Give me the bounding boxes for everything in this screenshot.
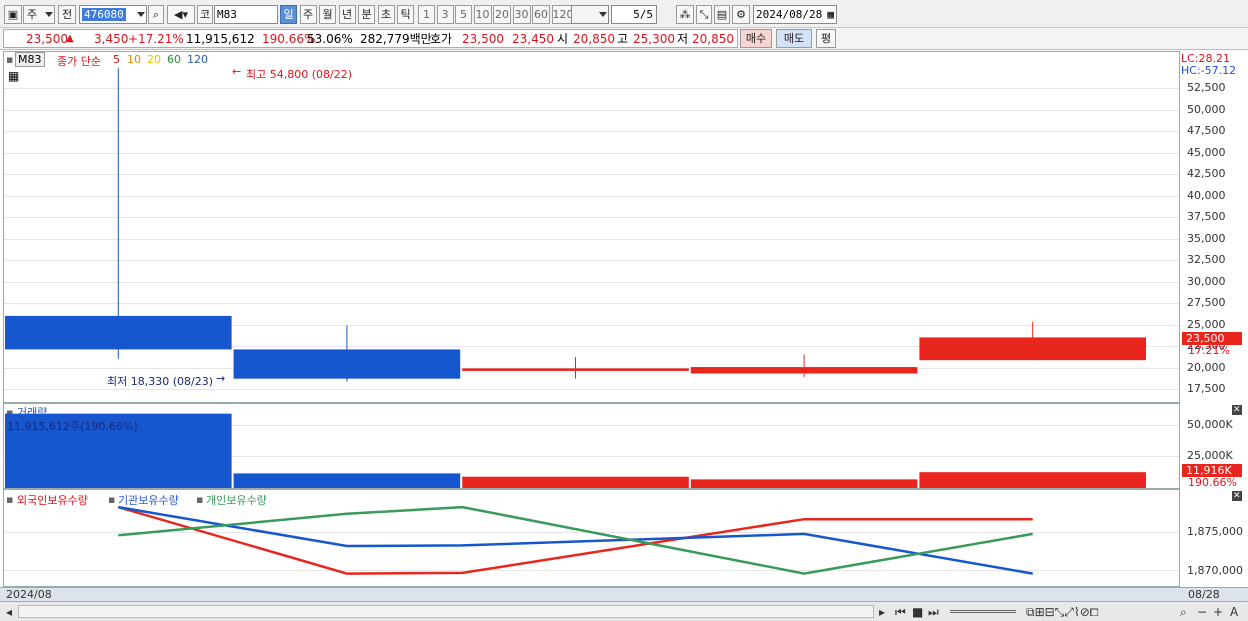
low-price: 20,850 (692, 32, 734, 46)
page-indicator: 5/5 (611, 5, 657, 24)
change-percent: +17.21% (128, 32, 184, 46)
zoom-out-icon[interactable]: − (1197, 605, 1207, 619)
stop-icon[interactable]: ■ (912, 605, 923, 619)
rewind-icon[interactable]: ⏮ (895, 605, 906, 620)
zoom-search-icon[interactable]: ⌕ (1180, 605, 1187, 620)
stock-code-value: 476080 (82, 8, 126, 21)
ask-label: 호가 (430, 32, 453, 46)
open-price: 20,850 (573, 32, 615, 46)
interval-button-2[interactable]: 5 (455, 5, 472, 24)
binoculars-icon[interactable]: ⁂ (676, 5, 694, 24)
candle-body (919, 337, 1146, 361)
ask-price: 23,500 (462, 32, 504, 46)
period-dropdown[interactable]: 주 (23, 5, 55, 24)
interval-button-1[interactable]: 3 (436, 5, 454, 24)
volume-bar (233, 473, 461, 488)
chevron-down-icon (599, 12, 607, 17)
volume-value: 11,915,612 (186, 32, 255, 46)
interval-button-5[interactable]: 30 (512, 5, 531, 24)
date-field[interactable]: 2024/08/28 ▦ (753, 5, 837, 24)
chart-area: 2024/08 08/28 ▪ M83 종가 단순 5 10 20 60 120… (0, 51, 1248, 601)
zoom-slider[interactable] (950, 610, 1016, 613)
current-price: 23,500 (26, 32, 68, 46)
candle-body (233, 349, 461, 379)
open-label: 시 (557, 32, 569, 46)
volume-bar (462, 476, 689, 488)
high-price: 25,300 (633, 32, 675, 46)
chevron-down-icon (45, 12, 53, 17)
search-icon[interactable]: ⌕ (148, 5, 164, 24)
scroll-left-icon[interactable]: ◂ (6, 605, 12, 619)
font-size-icon[interactable]: A (1230, 605, 1238, 619)
timeframe-button-5[interactable]: 초 (377, 5, 395, 24)
eval-button[interactable]: 평 (816, 29, 836, 48)
calendar-icon[interactable]: ▦ (827, 6, 834, 23)
candle-body (462, 368, 689, 371)
prev-button[interactable]: 전 (58, 5, 76, 24)
interval-button-7[interactable]: 120 (551, 5, 574, 24)
period-dropdown-label: 주 (27, 8, 38, 21)
timeframe-button-1[interactable]: 주 (299, 5, 317, 24)
fast-forward-icon[interactable]: ⏭ (928, 605, 939, 620)
speaker-icon[interactable]: ◀▾ (167, 5, 195, 24)
drawing-tools-icon[interactable]: ⧉⊞⊟⤡⤢⌇⊘⧠ (1026, 605, 1099, 620)
code-prefix-button[interactable]: 코 (197, 5, 213, 24)
chart-svg (5, 68, 1146, 575)
chevron-down-icon (137, 12, 145, 17)
candle-body (690, 367, 918, 374)
bid-price: 23,450 (512, 32, 554, 46)
candle-body (5, 315, 232, 350)
timeframe-button-6[interactable]: 틱 (397, 5, 414, 24)
date-value: 2024/08/28 (756, 8, 823, 21)
change-value: 3,450 (94, 32, 129, 46)
window-menu-icon[interactable]: ▣ (4, 5, 22, 24)
holdings-line-1 (118, 505, 1033, 575)
gear-icon[interactable]: ⚙ (732, 5, 750, 24)
trade-amount: 282,779백만 (360, 32, 432, 46)
sell-button[interactable]: 매도 (776, 29, 812, 48)
interval-button-3[interactable]: 10 (473, 5, 492, 24)
blank-dropdown[interactable] (571, 5, 609, 24)
stock-name-field[interactable]: M83 (214, 5, 278, 24)
main-toolbar: ▣ 주 전 476080 ⌕ ◀▾ 코 M83 일주월년분초틱 1 3 5 10 20 3… (0, 0, 1248, 28)
turnover-rate: 53.06% (307, 32, 353, 46)
stock-code-input[interactable]: 476080 (79, 5, 147, 24)
quote-bar: 23,500 ▲ 3,450 +17.21% 11,915,612 190.66… (0, 28, 1248, 50)
volume-bar (690, 479, 918, 488)
timeframe-button-3[interactable]: 년 (338, 5, 356, 24)
timeframe-button-0[interactable]: 일 (280, 5, 297, 24)
interval-button-4[interactable]: 20 (493, 5, 511, 24)
save-icon[interactable]: ▤ (714, 5, 730, 24)
low-label: 저 (677, 32, 689, 46)
interval-button-6[interactable]: 60 (532, 5, 550, 24)
interval-button-0[interactable]: 1 (418, 5, 435, 24)
bottom-bar: ◂ ▸ ⏮ ■ ⏭ ⧉⊞⊟⤡⤢⌇⊘⧠ ⌕ − + A (0, 601, 1248, 621)
zoom-in-icon[interactable]: + (1213, 605, 1223, 619)
horizontal-scrollbar[interactable] (18, 605, 874, 618)
up-triangle-icon: ▲ (66, 33, 74, 44)
play-icon[interactable]: ▸ (879, 605, 885, 619)
timeframe-button-2[interactable]: 월 (319, 5, 336, 24)
buy-button[interactable]: 매수 (740, 29, 772, 48)
timeframe-button-4[interactable]: 분 (358, 5, 375, 24)
volume-bar (919, 472, 1146, 488)
high-label: 고 (617, 32, 629, 46)
volume-note: 11,915,612주(190.66%) (7, 420, 138, 433)
tool-icon[interactable]: ⤡ (696, 5, 712, 24)
